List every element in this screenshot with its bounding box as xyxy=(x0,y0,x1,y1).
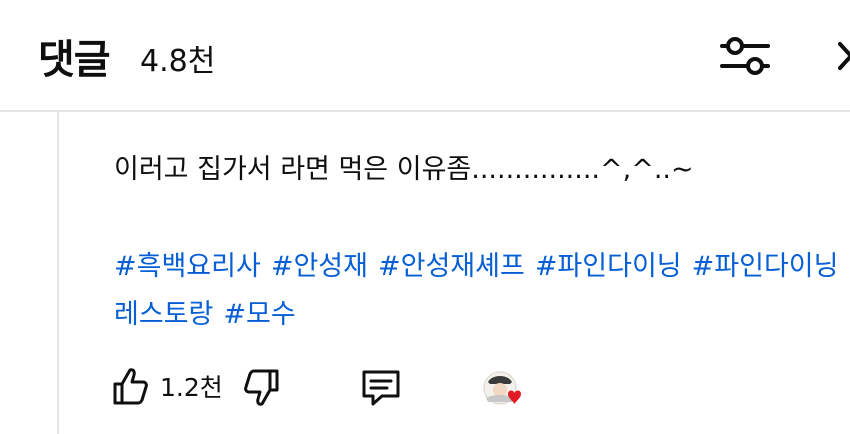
like-count: 1.2천 xyxy=(160,373,223,402)
hashtag-link[interactable]: #파인다이닝 xyxy=(535,251,682,282)
thumbs-up-icon[interactable] xyxy=(112,366,148,406)
thumbs-down-icon[interactable] xyxy=(242,368,280,408)
hashtag-list: #흑백요리사 #안성재 #안성재셰프 #파인다이닝 #파인다이닝레스토랑 #모수 xyxy=(114,243,844,339)
reply-icon[interactable] xyxy=(360,368,402,408)
creator-heart-icon xyxy=(483,371,521,405)
hashtag-link[interactable]: #안성재셰프 xyxy=(378,251,525,282)
header-title: 댓글 xyxy=(38,37,111,83)
hashtag-link[interactable]: #모수 xyxy=(223,299,295,330)
comment-actions: 1.2천 xyxy=(0,360,850,420)
hashtag-link[interactable]: #안성재 xyxy=(271,251,368,282)
close-icon[interactable] xyxy=(832,38,850,74)
hashtag-link[interactable]: #흑백요리사 xyxy=(114,251,261,282)
comment-text: 이러고 집가서 라면 먹은 이유좀...............^,^..~ xyxy=(114,154,694,185)
sliders-icon[interactable] xyxy=(718,34,772,78)
comments-header: 댓글 4.8천 xyxy=(0,0,850,112)
comment-count: 4.8천 xyxy=(140,44,216,79)
